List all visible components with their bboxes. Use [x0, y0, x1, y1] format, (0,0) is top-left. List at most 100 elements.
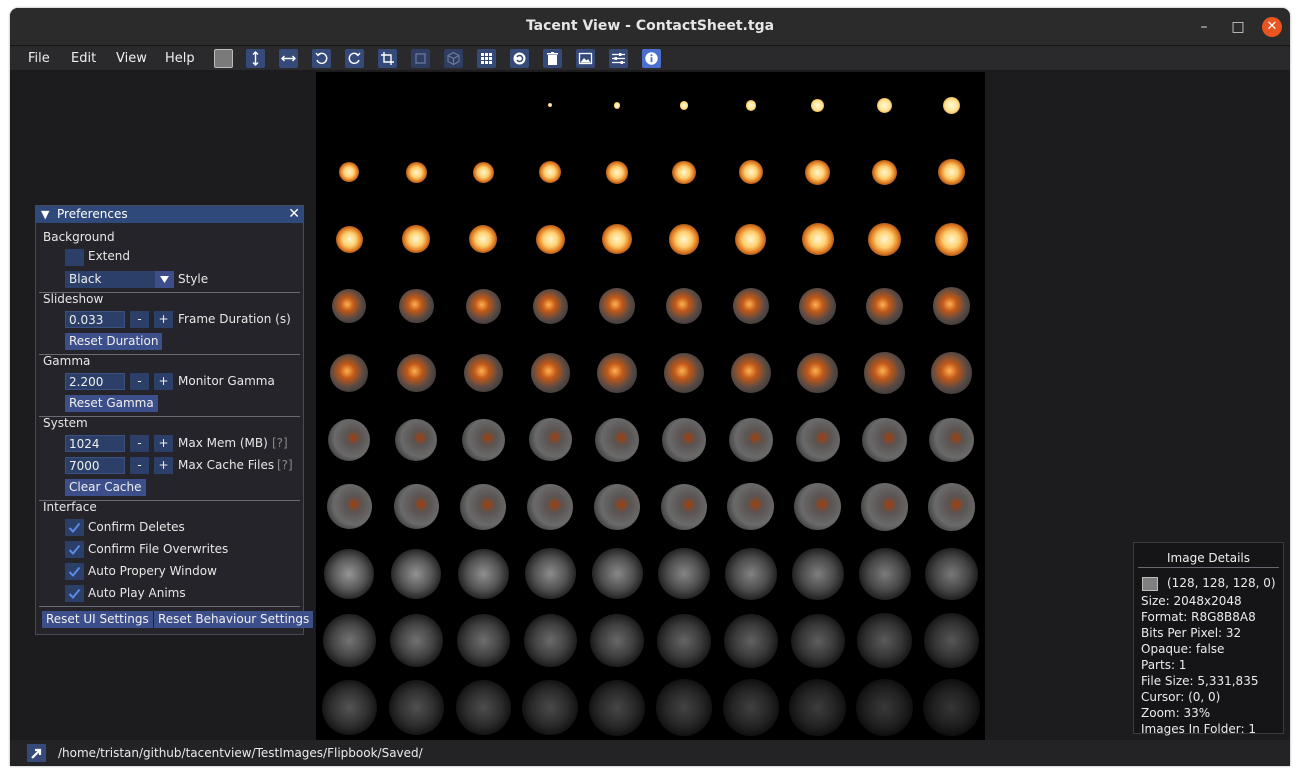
style-label: Style [178, 272, 209, 286]
max-cache-help[interactable]: [?] [277, 458, 293, 472]
window-title: Tacent View - ContactSheet.tga [525, 18, 775, 34]
maximize-button[interactable]: □ [1228, 17, 1248, 37]
background-style-select[interactable]: Black [65, 271, 174, 288]
auto-play-anims-checkbox[interactable] [65, 585, 84, 602]
explosion-sprite [593, 483, 641, 530]
contact-sheet-icon[interactable] [477, 49, 496, 68]
flip-vertical-icon[interactable] [246, 49, 265, 68]
flipbook-frame [517, 340, 583, 406]
flipbook-frame [450, 474, 516, 540]
close-icon[interactable]: ✕ [288, 206, 300, 222]
flipbook-frame [316, 139, 382, 205]
flipbook-frame [383, 72, 449, 138]
menu-help[interactable]: Help [165, 51, 195, 66]
explosion-sprite [789, 679, 847, 736]
gamma-minus-button[interactable]: - [130, 373, 149, 390]
layers-icon[interactable] [411, 49, 430, 68]
flipbook-frame [584, 541, 650, 607]
flipbook-frame [785, 541, 851, 607]
reset-ui-settings-button[interactable]: Reset UI Settings [42, 611, 153, 628]
flipbook-frame [919, 72, 985, 138]
cursor-value: Cursor: (0, 0) [1141, 690, 1221, 704]
max-cache-plus-button[interactable]: + [154, 457, 173, 474]
minimize-button[interactable]: – [1194, 17, 1214, 37]
images-in-folder-value: Images In Folder: 1 [1141, 722, 1256, 736]
explosion-sprite [524, 548, 576, 600]
up-folder-icon[interactable] [27, 744, 46, 762]
explosion-sprite [455, 679, 511, 736]
system-header: System [43, 416, 88, 430]
explosion-sprite [877, 97, 893, 113]
reset-gamma-button[interactable]: Reset Gamma [65, 395, 158, 412]
flipbook-frame [450, 72, 516, 138]
flipbook-frame [316, 675, 382, 741]
close-button[interactable]: ✕ [1262, 17, 1282, 37]
clear-cache-button[interactable]: Clear Cache [65, 479, 146, 496]
flipbook-frame [651, 608, 717, 674]
gamma-header: Gamma [43, 354, 91, 368]
explosion-sprite [391, 548, 442, 599]
monitor-gamma-input[interactable]: 2.200 [65, 373, 125, 390]
flipbook-frame [852, 474, 918, 540]
explosion-sprite [326, 484, 372, 530]
flip-horizontal-icon[interactable] [279, 49, 298, 68]
max-mem-help[interactable]: [?] [272, 436, 288, 450]
explosion-sprite [791, 547, 844, 600]
menu-edit[interactable]: Edit [71, 51, 96, 66]
auto-property-window-checkbox[interactable] [65, 563, 84, 580]
preferences-title-bar[interactable]: ▼ Preferences ✕ [36, 206, 303, 223]
reset-duration-button[interactable]: Reset Duration [65, 333, 163, 350]
flipbook-frame [919, 273, 985, 339]
title-bar[interactable]: Tacent View - ContactSheet.tga – □ ✕ [10, 8, 1290, 46]
background-header: Background [43, 230, 115, 244]
background-swatch-icon[interactable] [214, 49, 233, 68]
flipbook-frame [584, 474, 650, 540]
menu-view[interactable]: View [116, 51, 147, 66]
crop-icon[interactable] [378, 49, 397, 68]
reset-behaviour-settings-button[interactable]: Reset Behaviour Settings [154, 611, 314, 628]
settings-sliders-icon[interactable] [609, 49, 628, 68]
image-icon[interactable] [576, 49, 595, 68]
max-mem-minus-button[interactable]: - [130, 435, 149, 452]
max-cache-input[interactable]: 7000 [65, 457, 125, 474]
explosion-sprite [535, 224, 565, 254]
flipbook-frame [450, 206, 516, 272]
chevron-down-icon[interactable] [155, 271, 174, 288]
flipbook-frame [450, 608, 516, 674]
max-mem-label: Max Mem (MB) [178, 436, 268, 450]
extend-checkbox[interactable] [65, 249, 84, 266]
cube-icon[interactable] [444, 49, 463, 68]
explosion-sprite [858, 547, 911, 600]
max-cache-minus-button[interactable]: - [130, 457, 149, 474]
rotate-cw-icon[interactable] [345, 49, 364, 68]
explosion-sprite [866, 287, 904, 325]
flipbook-frame [584, 139, 650, 205]
frame-duration-plus-button[interactable]: + [154, 311, 173, 328]
flipbook-frame [852, 273, 918, 339]
explosion-sprite [658, 548, 710, 600]
gamma-plus-button[interactable]: + [154, 373, 173, 390]
max-mem-input[interactable]: 1024 [65, 435, 125, 452]
confirm-overwrites-checkbox[interactable] [65, 541, 84, 558]
rotate-ccw-icon[interactable] [312, 49, 331, 68]
frame-duration-minus-button[interactable]: - [130, 311, 149, 328]
confirm-deletes-checkbox[interactable] [65, 519, 84, 536]
delete-icon[interactable] [543, 49, 562, 68]
explosion-sprite [388, 679, 444, 736]
menu-file[interactable]: File [28, 51, 50, 66]
flipbook-frame [383, 541, 449, 607]
frame-duration-input[interactable]: 0.033 [65, 311, 125, 328]
explosion-sprite [728, 418, 773, 462]
background-style-value: Black [69, 272, 102, 286]
collapse-icon[interactable]: ▼ [41, 208, 49, 221]
refresh-icon[interactable] [510, 49, 529, 68]
color-swatch[interactable] [1142, 577, 1158, 591]
explosion-sprite [605, 160, 629, 184]
flipbook-frame [785, 206, 851, 272]
explosion-sprite [597, 353, 637, 393]
flipbook-frame [785, 608, 851, 674]
explosion-sprite [672, 160, 696, 185]
info-icon[interactable] [642, 49, 661, 68]
max-mem-plus-button[interactable]: + [154, 435, 173, 452]
explosion-sprite [323, 614, 376, 667]
